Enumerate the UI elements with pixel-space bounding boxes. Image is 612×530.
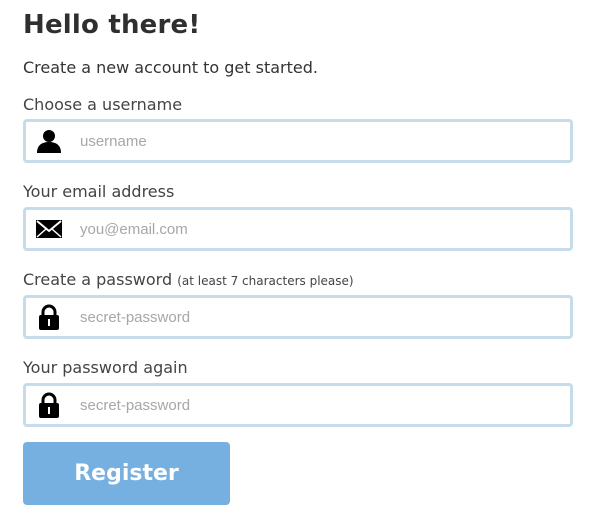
password-label-text: Create a password <box>23 270 173 289</box>
password-label: Create a password (at least 7 characters… <box>23 270 354 289</box>
username-field[interactable] <box>23 119 573 163</box>
email-field[interactable] <box>23 207 573 251</box>
password-again-label: Your password again <box>23 358 188 377</box>
email-label: Your email address <box>23 182 175 201</box>
lock-icon <box>36 304 62 330</box>
password-input[interactable] <box>80 298 560 336</box>
envelope-icon <box>36 216 62 242</box>
password-again-input[interactable] <box>80 386 560 424</box>
page-title: Hello there! <box>23 10 201 40</box>
password-again-field[interactable] <box>23 383 573 427</box>
email-input[interactable] <box>80 210 560 248</box>
password-hint: (at least 7 characters please) <box>177 274 354 288</box>
lock-icon <box>36 392 62 418</box>
page-subtitle: Create a new account to get started. <box>23 58 318 77</box>
user-icon <box>36 128 62 154</box>
register-button[interactable]: Register <box>23 442 230 505</box>
username-input[interactable] <box>80 122 560 160</box>
password-field[interactable] <box>23 295 573 339</box>
username-label: Choose a username <box>23 95 183 114</box>
